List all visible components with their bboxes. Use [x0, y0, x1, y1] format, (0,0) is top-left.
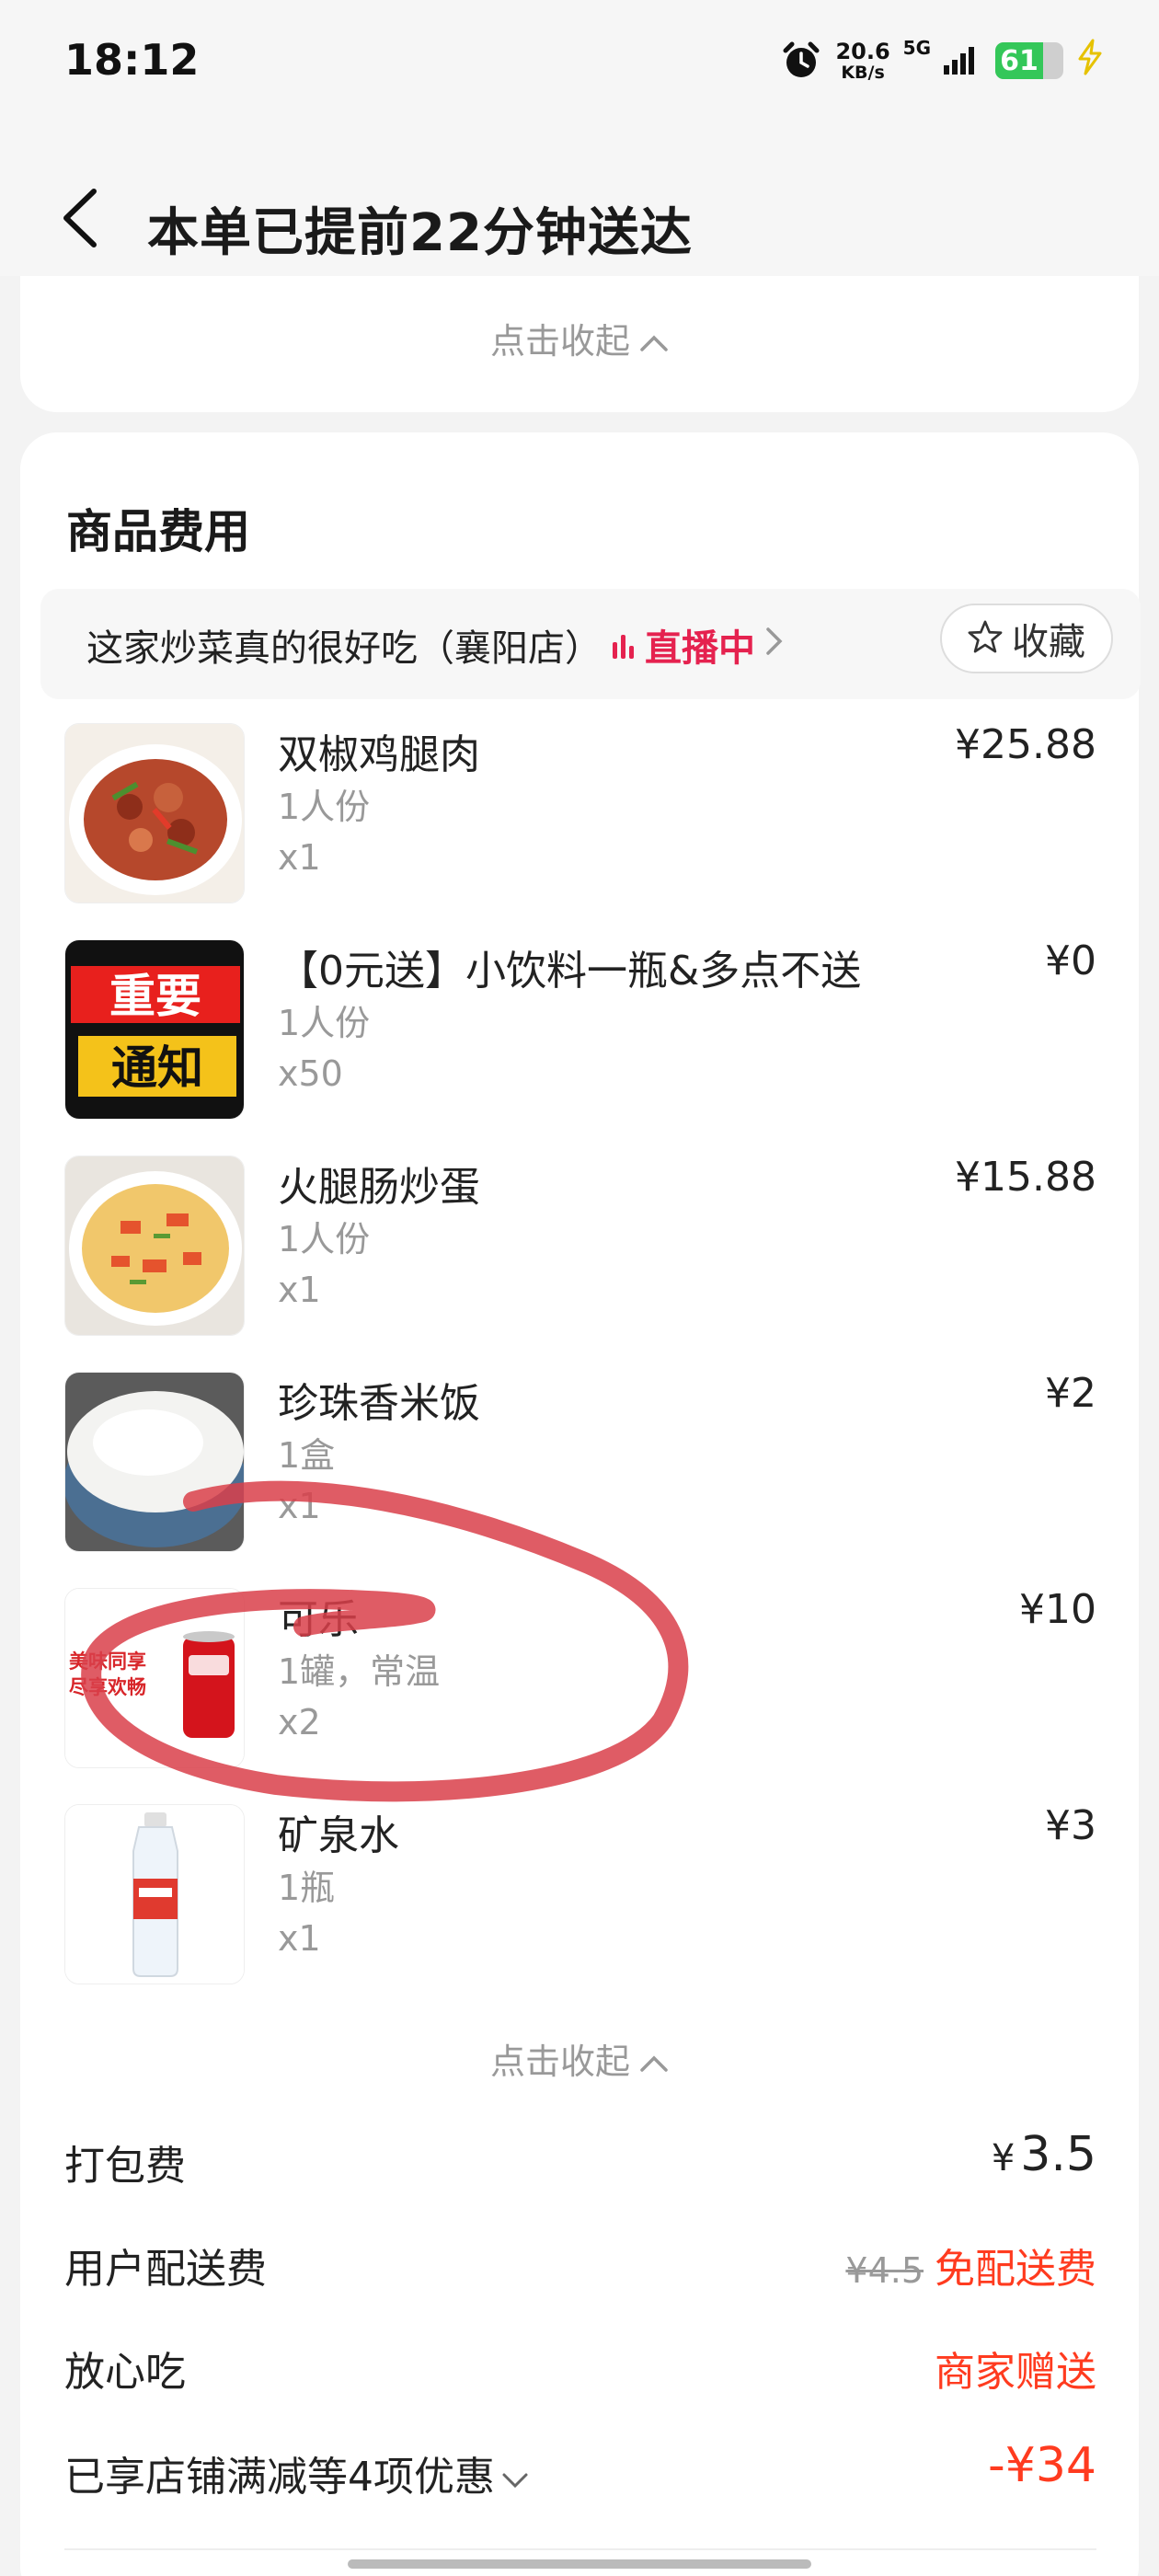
store-name[interactable]: 这家炒菜真的很好吃（襄阳店）	[86, 618, 602, 672]
goods-price: ¥15.88	[955, 1154, 1096, 1201]
net-speed-value: 20.6	[835, 38, 890, 64]
net-speed: 20.6 KB/s	[835, 40, 889, 82]
goods-name: 矿泉水	[278, 1812, 399, 1859]
goods-thumb-notice-poster: 重要 通知	[64, 939, 245, 1120]
goods-item[interactable]: 双椒鸡腿肉 1人份 x1 ¥25.88	[20, 708, 1139, 925]
goods-thumb-water	[64, 1804, 245, 1984]
net-speed-unit: KB/s	[841, 62, 885, 83]
back-arrow-icon[interactable]	[57, 186, 103, 250]
fee-row-delivery: 用户配送费 ¥4.5 免配送费	[64, 2236, 1096, 2300]
status-time: 18:12	[64, 35, 200, 85]
delivery-info-card: 点击收起	[20, 276, 1139, 412]
fee-value: 商家赠送	[935, 2349, 1096, 2396]
goods-qty: x1	[278, 1270, 321, 1310]
live-label: 直播中	[645, 627, 755, 670]
goods-item[interactable]: 矿泉水 1瓶 x1 ¥3	[20, 1789, 1139, 2006]
battery-icon: 61	[995, 42, 1063, 79]
cola-promo-line1: 美味同享	[69, 1650, 146, 1673]
section-title: 商品费用	[66, 505, 250, 558]
goods-price: ¥10	[1019, 1586, 1096, 1633]
goods-price: ¥3	[1045, 1802, 1096, 1849]
goods-qty: x1	[278, 1918, 321, 1959]
fee-label[interactable]: 已享店铺满减等4项优惠	[64, 2444, 530, 2502]
packing-fee-amount: 3.5	[1020, 2127, 1096, 2182]
favorite-button[interactable]: 收藏	[940, 604, 1113, 673]
goods-thumb-cola: 美味同享 尽享欢畅	[64, 1588, 245, 1768]
page-title: 本单已提前22分钟送达	[147, 203, 693, 263]
store-bar: 这家炒菜真的很好吃（襄阳店） 直播中 收藏	[40, 589, 1141, 699]
chevron-right-icon	[764, 624, 785, 666]
goods-name: 双椒鸡腿肉	[278, 731, 480, 778]
goods-item[interactable]: 重要 通知 【0元送】小饮料一瓶&多点不送 1人份 x50 ¥0	[20, 925, 1139, 1141]
goods-name: 【0元送】小饮料一瓶&多点不送	[278, 948, 862, 995]
goods-spec: 1人份	[278, 1003, 371, 1043]
status-bar: 18:12 20.6 KB/s 5G 61	[0, 0, 1159, 120]
status-icons: 20.6 KB/s 5G 61	[780, 35, 1104, 86]
discount-amount: -¥34	[987, 2438, 1096, 2493]
goods-name: 火腿肠炒蛋	[278, 1164, 480, 1211]
fee-label: 用户配送费	[64, 2246, 267, 2293]
goods-qty: x1	[278, 1486, 321, 1526]
goods-thumb-chicken	[64, 723, 245, 903]
goods-name: 珍珠香米饭	[278, 1380, 480, 1427]
fee-row-safe-eat: 放心吃 商家赠送	[64, 2339, 1096, 2403]
goods-qty: x2	[278, 1702, 321, 1742]
network-type: 5G	[902, 37, 931, 59]
chevron-up-icon	[639, 321, 669, 362]
fee-label: 放心吃	[64, 2349, 186, 2396]
currency-symbol: ¥	[991, 2137, 1016, 2179]
goods-name: 可乐	[278, 1596, 359, 1643]
home-indicator[interactable]	[348, 2559, 811, 2569]
collapse-label: 点击收起	[489, 2041, 630, 2082]
signal-icon	[944, 43, 982, 78]
collapse-button-top[interactable]: 点击收起	[20, 313, 1139, 363]
original-delivery-fee: ¥4.5	[845, 2250, 924, 2291]
goods-qty: x1	[278, 837, 321, 878]
fee-row-discount[interactable]: 已享店铺满减等4项优惠 -¥34	[64, 2438, 1096, 2508]
goods-item[interactable]: 美味同享 尽享欢畅 可乐 1罐，常温 x2 ¥10	[20, 1573, 1139, 1789]
battery-level: 61	[1000, 45, 1039, 77]
star-icon	[968, 619, 1003, 658]
live-bars-icon	[613, 631, 634, 659]
chevron-up-icon	[639, 2041, 669, 2082]
discount-label: 已享店铺满减等4项优惠	[64, 2454, 495, 2501]
poster-line1: 重要	[109, 970, 201, 1023]
goods-item[interactable]: 火腿肠炒蛋 1人份 x1 ¥15.88	[20, 1141, 1139, 1357]
goods-price: ¥2	[1045, 1370, 1096, 1417]
goods-spec: 1人份	[278, 787, 371, 827]
collapse-label: 点击收起	[489, 321, 630, 362]
charging-icon	[1076, 39, 1104, 84]
goods-fee-card: 商品费用 这家炒菜真的很好吃（襄阳店） 直播中 收藏 双椒鸡腿肉 1人份 x1 …	[20, 432, 1141, 2576]
favorite-label: 收藏	[1012, 621, 1085, 663]
title-bar: 本单已提前22分钟送达	[0, 120, 1159, 276]
fee-value: ¥3.5	[992, 2127, 1096, 2182]
goods-price: ¥0	[1045, 937, 1096, 984]
fee-value: ¥4.5 免配送费	[845, 2236, 1096, 2294]
goods-thumb-egg	[64, 1156, 245, 1336]
goods-qty: x50	[278, 1053, 343, 1094]
goods-list: 双椒鸡腿肉 1人份 x1 ¥25.88 重要 通知 【0元送】小饮料一瓶&多点不…	[20, 708, 1139, 2006]
fee-label: 打包费	[64, 2143, 186, 2190]
live-badge[interactable]: 直播中	[613, 618, 785, 672]
poster-line2: 通知	[111, 1041, 203, 1095]
goods-spec: 1盒	[278, 1435, 336, 1476]
goods-price: ¥25.88	[955, 721, 1096, 768]
divider	[64, 2548, 1096, 2550]
goods-thumb-rice	[64, 1372, 245, 1552]
chevron-down-icon	[500, 2461, 530, 2499]
alarm-icon	[780, 40, 822, 82]
free-delivery-label: 免配送费	[935, 2246, 1096, 2293]
collapse-button-goods[interactable]: 点击收起	[20, 2033, 1139, 2084]
goods-spec: 1瓶	[278, 1868, 336, 1908]
goods-spec: 1人份	[278, 1219, 371, 1259]
cola-promo-line2: 尽享欢畅	[69, 1676, 146, 1698]
goods-item[interactable]: 珍珠香米饭 1盒 x1 ¥2	[20, 1357, 1139, 1573]
goods-spec: 1罐，常温	[278, 1651, 441, 1692]
fee-row-packing: 打包费 ¥3.5	[64, 2127, 1096, 2197]
